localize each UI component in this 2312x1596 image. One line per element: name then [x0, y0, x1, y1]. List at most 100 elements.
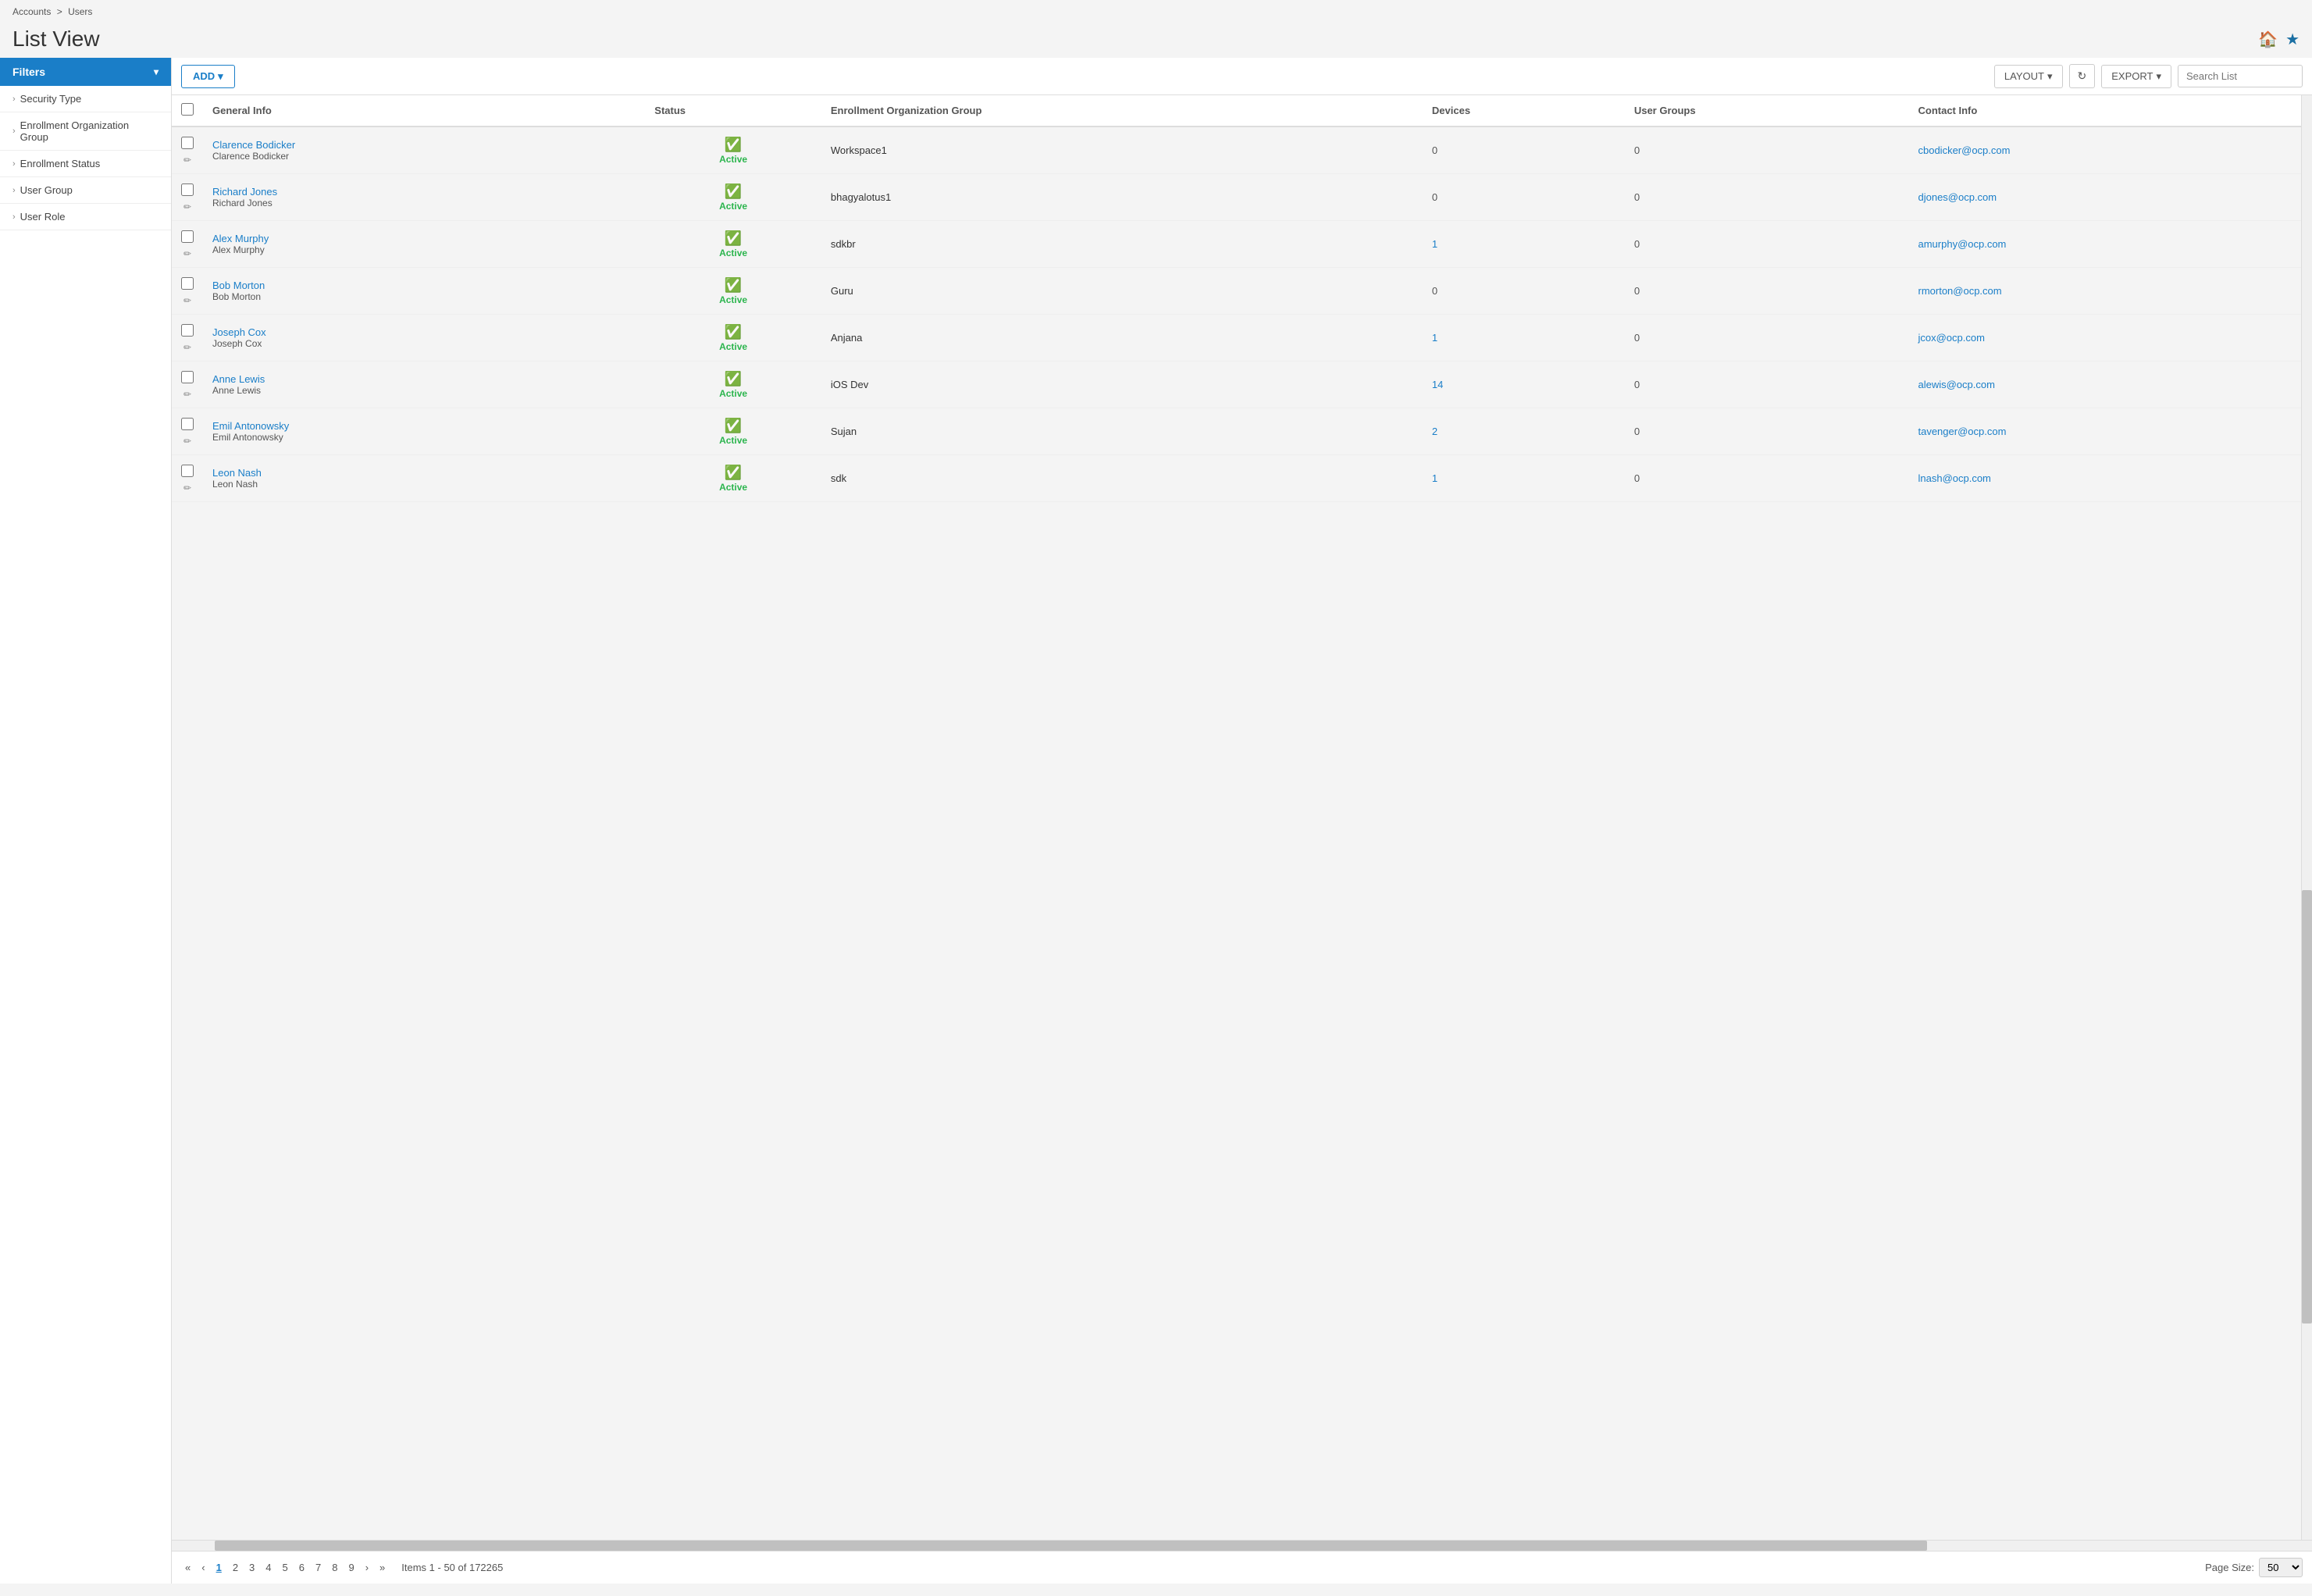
- status-active-icon-3: ✅: [654, 277, 812, 294]
- pagination-page-9[interactable]: 9: [344, 1560, 358, 1575]
- table-row: ✏ Bob Morton Bob Morton ✅ Active Guru 0 …: [172, 268, 2301, 315]
- row-checkbox-7[interactable]: [181, 465, 194, 477]
- filters-header[interactable]: Filters ▾: [0, 58, 171, 86]
- breadcrumb-accounts[interactable]: Accounts: [12, 6, 51, 17]
- add-button[interactable]: ADD ▾: [181, 65, 235, 88]
- filter-item-enrollment-org-group[interactable]: › Enrollment Organization Group: [0, 112, 171, 151]
- user-name-link-0[interactable]: Clarence Bodicker: [212, 139, 636, 151]
- user-name-link-5[interactable]: Anne Lewis: [212, 373, 636, 385]
- row-devices-5[interactable]: 14: [1423, 362, 1625, 408]
- table-row: ✏ Emil Antonowsky Emil Antonowsky ✅ Acti…: [172, 408, 2301, 455]
- user-name-link-1[interactable]: Richard Jones: [212, 186, 636, 198]
- export-button[interactable]: EXPORT ▾: [2101, 65, 2171, 88]
- edit-icon-4[interactable]: ✏: [181, 342, 194, 353]
- search-input[interactable]: [2178, 65, 2303, 87]
- row-status-5: ✅ Active: [645, 362, 821, 408]
- edit-icon-3[interactable]: ✏: [181, 295, 194, 306]
- edit-icon-7[interactable]: ✏: [181, 483, 194, 493]
- status-text-0: Active: [719, 154, 747, 165]
- row-checkbox-3[interactable]: [181, 277, 194, 290]
- filter-item-enrollment-status[interactable]: › Enrollment Status: [0, 151, 171, 177]
- pagination-page-3[interactable]: 3: [245, 1560, 258, 1575]
- user-name-link-7[interactable]: Leon Nash: [212, 467, 636, 479]
- row-email-link-7[interactable]: lnash@ocp.com: [1918, 472, 1990, 484]
- pagination-first-button[interactable]: «: [181, 1560, 194, 1575]
- vertical-scrollbar[interactable]: [2301, 95, 2312, 1540]
- col-enrollment-org-group: Enrollment Organization Group: [821, 95, 1423, 126]
- row-checkbox-4[interactable]: [181, 324, 194, 337]
- row-checkbox-1[interactable]: [181, 183, 194, 196]
- row-email-link-4[interactable]: jcox@ocp.com: [1918, 332, 1984, 344]
- row-select-cell-5: ✏: [172, 362, 203, 408]
- row-email-link-3[interactable]: rmorton@ocp.com: [1918, 285, 2001, 297]
- edit-icon-5[interactable]: ✏: [181, 389, 194, 400]
- user-name-link-2[interactable]: Alex Murphy: [212, 233, 636, 244]
- filter-item-user-group[interactable]: › User Group: [0, 177, 171, 204]
- row-enrollment-org-2: sdkbr: [821, 221, 1423, 268]
- home-icon[interactable]: 🏠: [2258, 30, 2278, 49]
- row-status-6: ✅ Active: [645, 408, 821, 455]
- row-select-cell-7: ✏: [172, 455, 203, 502]
- pagination-page-7[interactable]: 7: [312, 1560, 325, 1575]
- refresh-button[interactable]: ↻: [2069, 64, 2096, 88]
- pagination-prev-button[interactable]: ‹: [198, 1560, 208, 1575]
- layout-button[interactable]: LAYOUT ▾: [1994, 65, 2063, 88]
- select-all-checkbox[interactable]: [181, 103, 194, 116]
- row-email-link-1[interactable]: djones@ocp.com: [1918, 191, 1997, 203]
- user-name-link-4[interactable]: Joseph Cox: [212, 326, 636, 338]
- edit-icon-0[interactable]: ✏: [181, 155, 194, 166]
- edit-icon-6[interactable]: ✏: [181, 436, 194, 447]
- pagination-page-5[interactable]: 5: [279, 1560, 292, 1575]
- edit-icon-2[interactable]: ✏: [181, 248, 194, 259]
- filter-item-user-role[interactable]: › User Role: [0, 204, 171, 230]
- row-checkbox-6[interactable]: [181, 418, 194, 430]
- pagination-page-4[interactable]: 4: [262, 1560, 275, 1575]
- row-enrollment-org-6: Sujan: [821, 408, 1423, 455]
- row-contact-info-4: jcox@ocp.com: [1908, 315, 2301, 362]
- row-devices-6[interactable]: 2: [1423, 408, 1625, 455]
- col-user-groups: User Groups: [1625, 95, 1909, 126]
- pagination-page-1[interactable]: 1: [212, 1560, 226, 1575]
- horizontal-scrollbar[interactable]: [172, 1540, 2312, 1551]
- row-email-link-0[interactable]: cbodicker@ocp.com: [1918, 144, 2010, 156]
- row-email-link-2[interactable]: amurphy@ocp.com: [1918, 238, 2006, 250]
- row-user-groups-7: 0: [1625, 455, 1909, 502]
- row-checkbox-2[interactable]: [181, 230, 194, 243]
- edit-icon-1[interactable]: ✏: [181, 201, 194, 212]
- row-checkbox-0[interactable]: [181, 137, 194, 149]
- user-name-link-3[interactable]: Bob Morton: [212, 280, 636, 291]
- row-user-groups-5: 0: [1625, 362, 1909, 408]
- row-email-link-6[interactable]: tavenger@ocp.com: [1918, 426, 2006, 437]
- row-user-groups-0: 0: [1625, 126, 1909, 174]
- pagination-next-button[interactable]: ›: [362, 1560, 372, 1575]
- row-email-link-5[interactable]: alewis@ocp.com: [1918, 379, 1994, 390]
- user-name-plain-0: Clarence Bodicker: [212, 151, 636, 162]
- star-icon[interactable]: ★: [2285, 30, 2300, 49]
- pagination-last-button[interactable]: »: [376, 1560, 389, 1575]
- row-devices-2[interactable]: 1: [1423, 221, 1625, 268]
- select-all-header[interactable]: [172, 95, 203, 126]
- row-devices-7[interactable]: 1: [1423, 455, 1625, 502]
- row-contact-info-1: djones@ocp.com: [1908, 174, 2301, 221]
- pagination-page-2[interactable]: 2: [229, 1560, 242, 1575]
- row-checkbox-5[interactable]: [181, 371, 194, 383]
- row-contact-info-3: rmorton@ocp.com: [1908, 268, 2301, 315]
- pagination-left: « ‹ 1 2 3 4 5 6 7 8 9 › » Items 1 - 50 o…: [181, 1560, 503, 1575]
- user-name-link-6[interactable]: Emil Antonowsky: [212, 420, 636, 432]
- pagination-page-8[interactable]: 8: [328, 1560, 341, 1575]
- status-active-icon-1: ✅: [654, 183, 812, 200]
- table-scroll-area[interactable]: General Info Status Enrollment Organizat…: [172, 95, 2301, 1540]
- page-size-label: Page Size:: [2205, 1562, 2254, 1573]
- page-size-select[interactable]: 50 25 100: [2259, 1558, 2303, 1577]
- pagination-page-6[interactable]: 6: [295, 1560, 308, 1575]
- layout-chevron-icon: ▾: [2047, 70, 2053, 83]
- content-area: ADD ▾ LAYOUT ▾ ↻ EXPORT ▾: [172, 58, 2312, 1584]
- breadcrumb-users[interactable]: Users: [68, 6, 92, 17]
- row-devices-4[interactable]: 1: [1423, 315, 1625, 362]
- row-general-info-7: Leon Nash Leon Nash: [203, 455, 645, 502]
- add-chevron-icon: ▾: [218, 70, 223, 83]
- export-label: EXPORT: [2111, 70, 2153, 82]
- status-text-1: Active: [719, 201, 747, 212]
- status-active-icon-4: ✅: [654, 324, 812, 340]
- filter-item-security-type[interactable]: › Security Type: [0, 86, 171, 112]
